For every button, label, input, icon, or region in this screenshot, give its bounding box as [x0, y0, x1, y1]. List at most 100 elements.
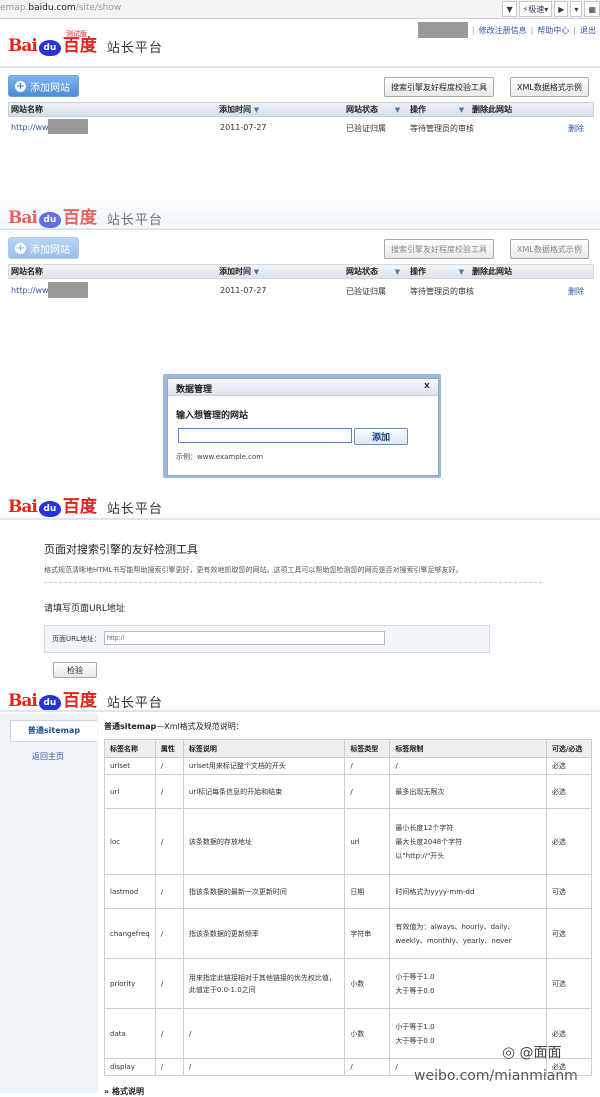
check-page-subtitle: 请填写页面URL地址	[44, 604, 125, 614]
logout-link[interactable]: 退出	[580, 25, 596, 36]
back-home-link[interactable]: 返回主页	[32, 751, 64, 762]
col-site-status[interactable]: 网站状态 ▼	[346, 104, 400, 115]
platform-title: 站长平台	[106, 696, 163, 711]
tag-attr: /	[154, 908, 184, 959]
site-url-input[interactable]	[178, 428, 352, 443]
spec-col-attr: 属性	[154, 739, 184, 758]
site-url-redacted	[48, 282, 88, 298]
check-button[interactable]: 检验	[53, 662, 97, 678]
tools-dropdown-icon[interactable]: ▾	[570, 1, 583, 17]
url-text[interactable]: emap.baidu.com/site/show	[0, 3, 121, 13]
spec-row-url: url / url标记每条信息的开始和结束 / 最多出现无限次 必选	[104, 774, 593, 809]
username-redacted	[417, 22, 468, 38]
tag-limit: 时间格式为yyyy-mm-dd	[389, 874, 547, 909]
tag-type: /	[344, 1058, 391, 1076]
tag-limit-line: 最小长度12个字符	[395, 823, 454, 832]
baidu-logo[interactable]: Bai du 百度 站长平台	[8, 686, 163, 711]
col-site-name: 网站名称	[11, 105, 43, 114]
top-links: | 修改注册信息 | 帮助中心 | 退出	[417, 22, 596, 38]
col-site-status[interactable]: 网站状态 ▼	[346, 266, 400, 277]
header-2: Bai du 百度 站长平台	[0, 193, 600, 228]
close-icon[interactable]: x	[424, 381, 430, 391]
tag-attr: /	[154, 1058, 184, 1076]
dialog-prompt: 输入想管理的网站	[176, 411, 249, 421]
play-icon[interactable]: ▶	[554, 1, 569, 17]
add-site-button[interactable]: + 添加网站	[8, 237, 79, 259]
col-added-time[interactable]: 添加时间 ▼	[219, 266, 259, 277]
dropdown-arrow-icon[interactable]: ▼	[502, 1, 517, 17]
tag-limit-line: 小于等于1.0	[395, 972, 435, 981]
spec-col-type: 标签类型	[344, 739, 391, 758]
tag-name: lastmod	[104, 874, 156, 909]
baidu-logo[interactable]: Bai du 百度 站长平台	[8, 203, 163, 228]
tag-attr: /	[154, 774, 184, 809]
delete-site-link[interactable]: 删除	[568, 286, 584, 297]
tab-normal-sitemap[interactable]: 普通sitemap	[10, 720, 97, 742]
header-4: Bai du 百度 站长平台	[0, 680, 600, 714]
tag-limit: 小于等于1.0 大于等于0.0	[389, 958, 547, 1009]
dashed-divider	[44, 582, 542, 583]
xml-example-button[interactable]: XML数据格式示例	[510, 77, 589, 97]
tag-desc: 指该条数据的最新一次更新时间	[182, 874, 346, 909]
delete-site-link[interactable]: 删除	[568, 123, 584, 134]
sitemap-sidebar	[0, 714, 98, 1093]
tag-limit-line: 大于等于0.0	[395, 986, 435, 995]
tag-required: 必选	[545, 774, 593, 809]
address-tools: ▼ ⚡ 极速 ▾ ▶ ▾ ▦	[502, 1, 600, 17]
page-url-input[interactable]	[104, 631, 385, 645]
add-site-button[interactable]: + 添加网站	[8, 75, 79, 97]
help-link[interactable]: 帮助中心	[537, 25, 569, 36]
speed-mode-button[interactable]: ⚡ 极速 ▾	[518, 1, 553, 17]
add-button[interactable]: 添加	[354, 428, 408, 445]
site-status-value: 已验证归属	[346, 287, 386, 296]
tag-name: changefreq	[104, 908, 156, 959]
tag-limit: 有效值为：always、hourly、daily、 weekly、monthly、…	[389, 908, 547, 959]
sitemap-spec-table: 标签名称 属性 标签说明 标签类型 标签限制 可选/必选 urlset / urls…	[104, 739, 593, 1076]
site-status-value: 已验证归属	[346, 124, 386, 133]
tag-name: display	[104, 1058, 156, 1076]
tag-attr: /	[154, 958, 184, 1009]
site-added-date: 2011-07-27	[220, 123, 267, 132]
test-badge: 测试版	[66, 30, 87, 38]
spec-row-loc: loc / 该条数据的存放地址 url 最小长度12个字符 最大长度2048个字符 以"ht…	[104, 808, 593, 875]
sort-arrow-icon: ▼	[253, 268, 260, 276]
address-bar[interactable]: emap.baidu.com/site/show ▼ ⚡ 极速 ▾ ▶ ▾ ▦	[0, 0, 600, 19]
tag-desc: 用来指定此链接相对于其他链接的优先权比值，此值定于0.0-1.0之间	[182, 958, 346, 1009]
check-tool-button[interactable]: 搜索引擎友好程度校验工具	[384, 239, 494, 259]
edit-info-link[interactable]: 修改注册信息	[479, 25, 527, 36]
tag-desc: /	[182, 1058, 346, 1076]
tag-limit-line: /	[395, 762, 398, 770]
tag-name: loc	[104, 808, 156, 875]
tag-desc: 指该条数据的更新频率	[182, 908, 346, 959]
tag-limit-line: 最大长度2048个字符	[395, 837, 463, 846]
page-icon[interactable]: ▦	[584, 1, 600, 17]
paw-icon: du	[38, 695, 61, 711]
col-operation[interactable]: 操作 ▼	[410, 266, 464, 277]
tag-type: /	[344, 774, 391, 809]
check-page-description: 格式规范清晰地HTML书写能帮助搜索引擎更好，更有效地抓取您的网站。这项工具可以…	[44, 566, 463, 574]
header-3: Bai du 百度 站长平台	[0, 486, 600, 520]
col-site-name: 网站名称	[11, 267, 43, 276]
paw-icon: du	[38, 40, 61, 56]
tag-attr: /	[154, 808, 184, 875]
tag-name: urlset	[104, 757, 156, 775]
col-operation[interactable]: 操作 ▼	[410, 104, 464, 115]
tag-limit: 最多出现无限次	[389, 774, 547, 809]
check-tool-button[interactable]: 搜索引擎友好程度校验工具	[384, 77, 494, 97]
tag-limit-line: weekly、monthly、yearly、never	[395, 936, 512, 945]
tag-desc: url标记每条信息的开始和结束	[182, 774, 346, 809]
col-added-time[interactable]: 添加时间 ▼	[219, 104, 259, 115]
site-operation-value: 等待管理员的审核	[410, 124, 474, 133]
spec-header-row: 标签名称 属性 标签说明 标签类型 标签限制 可选/必选	[104, 739, 593, 758]
filter-arrow-icon: ▼	[458, 268, 465, 276]
weibo-logo-icon: ◎	[502, 1043, 516, 1061]
tag-desc: /	[182, 1008, 346, 1059]
spec-col-limit: 标签限制	[389, 739, 547, 758]
baidu-logo[interactable]: Bai du 百度 站长平台	[8, 492, 163, 517]
spec-col-name: 标签名称	[104, 739, 156, 758]
tag-limit-line: 小于等于1.0	[395, 1022, 435, 1031]
spec-row-lastmod: lastmod / 指该条数据的最新一次更新时间 日期 时间格式为yyyy-mm-dd 可…	[104, 874, 593, 909]
tag-limit-line: 最多出现无限次	[395, 787, 445, 796]
xml-example-button[interactable]: XML数据格式示例	[510, 239, 589, 259]
spec-col-required: 可选/必选	[545, 739, 593, 758]
